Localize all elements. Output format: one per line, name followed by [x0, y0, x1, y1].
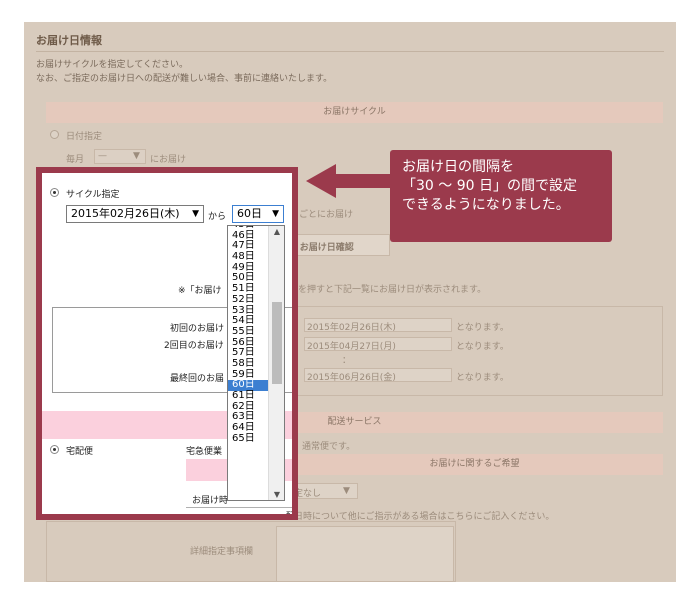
cycle-band: お届けサイクル	[46, 102, 663, 123]
delivery-option: 宅配便	[66, 447, 94, 457]
section-desc-2: なお、ご指定のお届け日への配送が難しい場合、事前に連絡いたします。	[36, 74, 333, 84]
time-note-prefix: 配	[286, 511, 294, 520]
detail-label: 詳細指定事項欄	[190, 547, 254, 557]
title-divider	[36, 51, 664, 52]
interval-value: 60日	[237, 207, 262, 220]
scroll-thumb[interactable]	[272, 302, 282, 384]
delivery-desc: 通常便です。	[302, 442, 356, 452]
callout-line-1: お届け日の間隔を	[402, 159, 514, 175]
start-date-value: 2015年02月26日(木)	[71, 207, 180, 220]
chevron-down-icon: ▼	[343, 486, 350, 496]
note-prefix: ※「お届け	[178, 286, 222, 296]
schedule-ellipsis: ：	[342, 356, 352, 366]
monthly-prefix: 毎月	[66, 155, 85, 165]
row3-label: 最終回のお届	[170, 374, 225, 384]
confirm-button-label: ↓ お届け日確認	[289, 243, 354, 253]
section-title: お届け日情報	[36, 34, 102, 47]
delivery-desc-prefix: 宅急便業	[186, 447, 223, 457]
row2-value: 2015年04月27日(月)	[307, 342, 396, 352]
scroll-up-icon[interactable]: ▲	[269, 227, 284, 236]
row3-field: 2015年06月26日(金)	[304, 368, 452, 383]
callout-line-3: できるようになりました。	[402, 197, 570, 213]
callout-arrow-shaft	[334, 174, 390, 188]
dropdown-scrollbar[interactable]: ▲ ▼	[268, 226, 284, 500]
row1-label: 初回のお届け	[170, 324, 225, 334]
request-band: お届けに関するご希望	[286, 454, 663, 475]
date-radio[interactable]	[50, 130, 59, 139]
row3-suffix: となります。	[456, 373, 509, 383]
interval-select[interactable]: 60日 ▼	[232, 205, 284, 223]
row2-suffix: となります。	[456, 342, 509, 352]
callout-arrow-icon	[306, 164, 336, 198]
start-date-select[interactable]: 2015年02月26日(木) ▼	[66, 205, 204, 223]
scroll-down-icon[interactable]: ▼	[269, 490, 284, 499]
time-label: お届け時	[192, 496, 229, 506]
row1-field: 2015年02月26日(木)	[304, 318, 452, 333]
cycle-suffix: ごとにお届け	[299, 210, 354, 220]
row2-label: 2回目のお届け	[164, 341, 224, 351]
row2-field: 2015年04月27日(月)	[304, 337, 452, 352]
chevron-down-icon: ▼	[133, 151, 140, 161]
callout-line-2: 「30 ～ 90 日」の間で設定	[402, 178, 577, 194]
from-label: から	[208, 212, 227, 222]
chevron-down-icon: ▼	[192, 209, 199, 219]
callout-box: お届け日の間隔を 「30 ～ 90 日」の間で設定 できるようになりました。	[390, 150, 612, 242]
monthly-value: —	[98, 151, 107, 161]
section-desc-1: お届けサイクルを指定してください。	[36, 60, 189, 70]
cycle-radio[interactable]	[50, 188, 59, 197]
note-rest: タンを押すと下記一覧にお届け日が表示されます。	[280, 285, 487, 295]
monthly-select[interactable]: — ▼	[94, 149, 146, 164]
detail-textarea[interactable]	[276, 526, 454, 582]
row3-value: 2015年06月26日(金)	[307, 373, 396, 383]
monthly-suffix: にお届け	[150, 155, 187, 165]
row1-value: 2015年02月26日(木)	[307, 323, 396, 333]
row1-suffix: となります。	[456, 323, 509, 333]
chevron-down-icon: ▼	[272, 209, 279, 219]
date-label: 日付指定	[66, 132, 103, 142]
request-divider	[186, 507, 292, 508]
confirm-button[interactable]: ↓ お届け日確認	[282, 234, 390, 256]
delivery-radio[interactable]	[50, 445, 59, 454]
interval-dropdown[interactable]: 45日46日47日48日49日50日51日52日53日54日55日56日57日5…	[227, 225, 285, 501]
cycle-label: サイクル指定	[66, 190, 120, 200]
